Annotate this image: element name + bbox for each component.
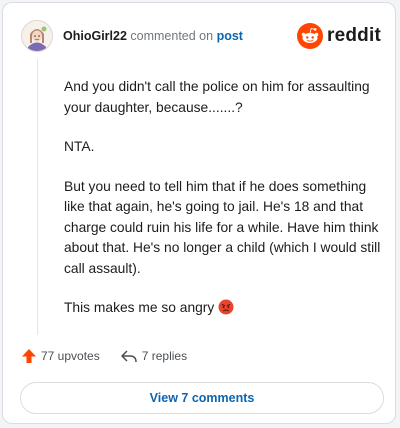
comment-body: And you didn't call the police on him fo… [64, 77, 382, 341]
reply-icon [120, 350, 137, 363]
comment-paragraph: This makes me so angry [64, 300, 215, 315]
replies-button[interactable]: 7 replies [120, 348, 187, 364]
comment-card: OhioGirl22 commented on post reddit And … [2, 2, 396, 424]
comment-paragraph: NTA. [64, 139, 95, 154]
reddit-logo[interactable]: reddit [297, 23, 381, 49]
reddit-wordmark: reddit [327, 25, 381, 46]
comment-paragraph: But you need to tell him that if he does… [64, 178, 381, 276]
user-avatar[interactable] [21, 20, 53, 52]
post-link[interactable]: post [217, 29, 243, 43]
reply-count: 7 replies [141, 349, 188, 363]
upvote-button[interactable]: 77 upvotes [21, 348, 100, 364]
view-comments-button[interactable]: View 7 comments [20, 382, 384, 414]
upvote-arrow-icon [22, 349, 36, 363]
username[interactable]: OhioGirl22 [63, 29, 127, 43]
reddit-snoo-icon [297, 23, 324, 49]
thread-line [37, 59, 38, 335]
comment-paragraph: And you didn't call the police on him fo… [64, 79, 370, 115]
upvote-count: 77 upvotes [41, 349, 100, 363]
comment-actions: 77 upvotes 7 replies [21, 348, 187, 364]
comment-header: OhioGirl22 commented on post [21, 20, 243, 52]
connector-text: commented on [130, 29, 214, 43]
comment-last-paragraph: This makes me so angry [64, 298, 382, 322]
avatar-illustration-icon [22, 21, 52, 51]
angry-face-icon [218, 299, 234, 322]
comment-meta: OhioGirl22 commented on post [63, 28, 243, 44]
